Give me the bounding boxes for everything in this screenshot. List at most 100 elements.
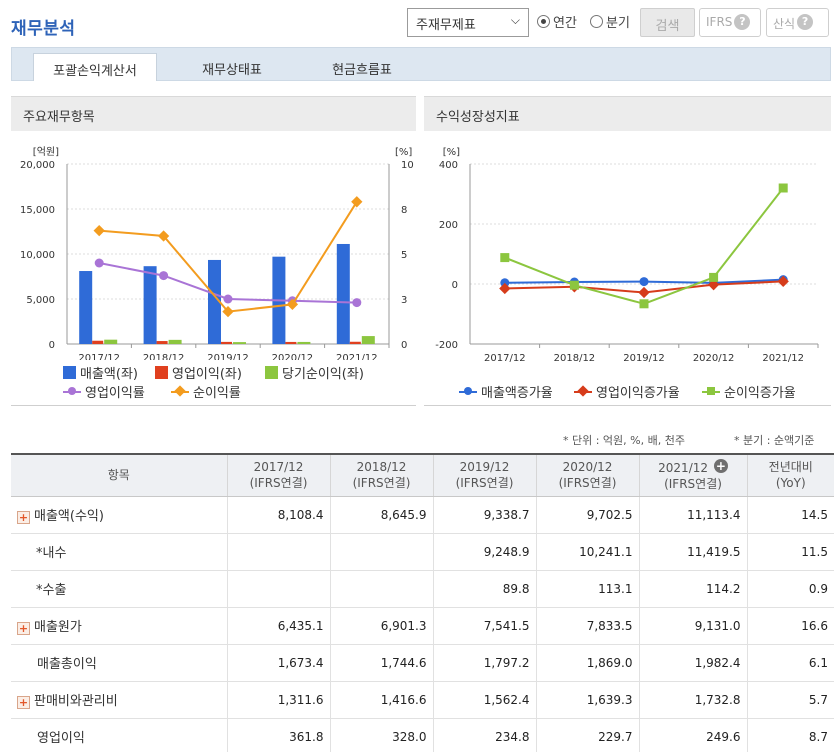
y2-tick-label: 3: [401, 295, 407, 306]
radio-quarter[interactable]: 분기: [590, 12, 630, 31]
table-cell: 7,541.5: [432, 607, 536, 645]
table-cell: 0.9: [746, 570, 834, 608]
tab-income-statement[interactable]: 포괄손익계산서: [33, 53, 157, 81]
legend-line: [171, 384, 189, 397]
legend-op-margin[interactable]: 영업이익률: [63, 382, 145, 401]
bar-net-income: [361, 336, 375, 344]
y2-tick-label: 0: [401, 340, 407, 351]
table-cell: 1,869.0: [535, 644, 639, 682]
y-tick-label: 10,000: [20, 250, 55, 261]
legend-label: 매출액(좌): [80, 367, 138, 382]
point-net-margin: [93, 224, 105, 237]
row-label[interactable]: + 판매비와관리비: [11, 681, 227, 719]
table-cell: 1,982.4: [638, 644, 747, 682]
panel-divider: [424, 405, 831, 406]
point-op-margin: [352, 298, 362, 308]
row-label: 매출총이익: [11, 644, 227, 682]
y-tick-label: 20,000: [20, 160, 55, 171]
tab-balance-sheet[interactable]: 재무상태표: [172, 53, 292, 81]
expand-icon[interactable]: +: [17, 696, 30, 709]
table-cell: 249.6: [638, 718, 747, 752]
legend-label: 당기순이익(좌): [282, 367, 364, 382]
row-label[interactable]: + 매출원가: [11, 607, 227, 645]
table-cell: 11,419.5: [638, 533, 747, 571]
tab-cash-flow[interactable]: 현금흐름표: [302, 53, 422, 81]
legend-net-growth[interactable]: 순이익증가율: [702, 382, 796, 401]
radio-quarter-label: 분기: [606, 16, 630, 31]
row-label[interactable]: + 매출액(수익): [11, 496, 227, 534]
point-net-growth: [778, 183, 788, 193]
table-cell: 114.2: [638, 570, 747, 608]
row-label-text: *수출: [36, 583, 67, 598]
column-header: 2021/12 + (IFRS연결): [638, 453, 747, 497]
page-title: 재무분석: [11, 19, 76, 39]
column-header-yoy: 전년대비 (YoY): [746, 453, 834, 497]
legend-net-income[interactable]: 당기순이익(좌): [265, 363, 364, 382]
column-header: 2017/12 (IFRS연결): [226, 453, 330, 497]
bar-net-income: [233, 342, 246, 344]
panel-divider: [11, 405, 416, 406]
point-net-margin: [351, 196, 363, 208]
bar-op-income: [156, 341, 168, 344]
y-tick-label: 0: [49, 340, 55, 351]
table-cell: 89.8: [432, 570, 536, 608]
bar-op-income: [285, 341, 297, 344]
row-label: *수출: [11, 570, 227, 608]
row-label-text: 매출원가: [34, 620, 82, 635]
y2-axis-unit: [%]: [395, 147, 412, 158]
circle-marker-icon: [464, 386, 472, 395]
legend-line: [63, 386, 81, 395]
table-cell: [329, 570, 433, 608]
expand-icon[interactable]: +: [17, 511, 30, 524]
legend-swatch: [63, 366, 76, 379]
row-label-text: 영업이익: [37, 731, 85, 746]
ifrs-help-button[interactable]: IFRS?: [699, 8, 761, 37]
search-button[interactable]: 검색: [640, 8, 695, 37]
bar-sales: [79, 271, 93, 344]
table-cell: 16.6: [746, 607, 834, 645]
x-tick-label: 2021/12: [336, 353, 378, 360]
legend-line: [702, 386, 720, 395]
table-cell: 361.8: [226, 718, 330, 752]
report-type-select[interactable]: 주재무제표 ⌵: [407, 8, 529, 37]
table-cell: 229.7: [535, 718, 639, 752]
formula-help-button[interactable]: 산식?: [766, 8, 829, 37]
table-cell: 1,416.6: [329, 681, 433, 719]
table-cell: [329, 533, 433, 571]
table-cell: 9,338.7: [432, 496, 536, 534]
point-op-margin: [223, 294, 233, 304]
table-cell: 11,113.4: [638, 496, 747, 534]
bar-sales: [336, 243, 350, 344]
table-cell: 1,744.6: [329, 644, 433, 682]
legend-op-income[interactable]: 영업이익(좌): [155, 363, 242, 382]
y-tick-label: 400: [439, 160, 458, 171]
point-net-growth: [500, 253, 510, 263]
legend-label: 순이익증가율: [724, 386, 796, 401]
point-sales-growth: [639, 277, 649, 287]
bar-op-income: [349, 341, 361, 344]
circle-marker-icon: [68, 386, 76, 395]
x-tick-label: 2020/12: [693, 353, 735, 364]
x-tick-label: 2020/12: [272, 353, 314, 360]
table-row: + 판매비와관리비 1,311.6 1,416.6 1,562.4 1,639.3 1,73…: [11, 681, 834, 719]
bar-net-income: [104, 339, 118, 344]
report-type-value: 주재무제표: [416, 18, 476, 33]
table-header-row: 항목 2017/12 (IFRS연결) 2018/12 (IFRS연결) 2019/…: [11, 453, 834, 497]
legend-op-growth[interactable]: 영업이익증가율: [574, 382, 680, 401]
table-row: + 매출액(수익) 8,108.4 8,645.9 9,338.7 9,702.5 11,1…: [11, 496, 834, 534]
radio-dot-icon: [590, 15, 603, 28]
radio-annual[interactable]: 연간: [537, 12, 577, 31]
diamond-marker-icon: [174, 384, 186, 397]
legend-label: 영업이익증가율: [596, 386, 680, 401]
legend-sales[interactable]: 매출액(좌): [63, 363, 138, 382]
y-tick-label: 15,000: [20, 205, 55, 216]
y-tick-label: 5,000: [26, 295, 55, 306]
legend-net-margin[interactable]: 순이익률: [171, 382, 241, 401]
expand-icon[interactable]: +: [17, 622, 30, 635]
table-row: 매출총이익 1,673.4 1,744.6 1,797.2 1,869.0 1,982.4…: [11, 644, 834, 682]
table-cell: 11.5: [746, 533, 834, 571]
line-net-growth: [504, 187, 784, 305]
add-column-icon[interactable]: +: [713, 458, 728, 473]
left-chart-legend: 매출액(좌) 영업이익(좌) 당기순이익(좌) 영업이익률 순이익률: [11, 360, 416, 404]
legend-sales-growth[interactable]: 매출액증가율: [459, 382, 553, 401]
